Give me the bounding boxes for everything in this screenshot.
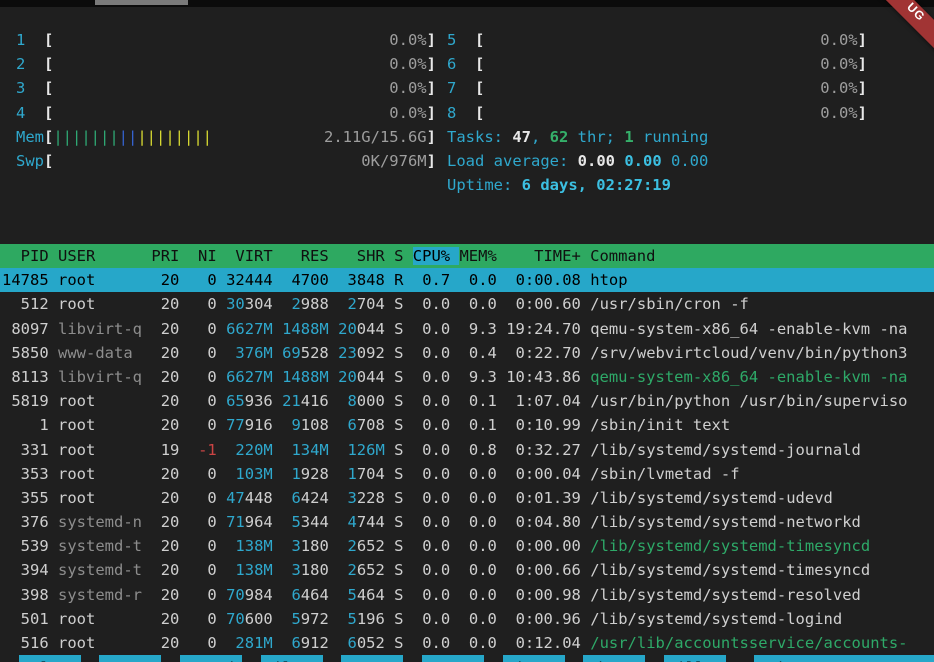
fkey-f6[interactable]: F6 [403,655,422,662]
process-row-539[interactable]: 539 systemd-t 20 0 138M 3180 2652 S 0.0 … [2,534,934,558]
fkey-f1[interactable]: F1 [0,655,19,662]
fkey-f1-label[interactable]: Help [19,655,81,662]
fkey-f7-label[interactable]: Nice - [503,655,565,662]
fkey-f8-label[interactable]: Nice + [583,655,645,662]
process-row-355[interactable]: 355 root 20 0 47448 6424 3228 S 0.0 0.0 … [2,486,934,510]
top-strip [0,0,934,7]
fkey-f5[interactable]: F5 [323,655,342,662]
fkey-f7[interactable]: F7 [484,655,503,662]
uptime: Uptime: 6 days, 02:27:19 [447,173,867,197]
meters-left: 1 [ 0.0%]2 [ 0.0%]3 [ 0.0%]4 [ 0.0%]Mem[… [16,28,436,218]
fkey-f9-label[interactable]: Kill [664,655,726,662]
fkey-f9[interactable]: F9 [645,655,664,662]
htop-terminal: UG 1 [ 0.0%]2 [ 0.0%]3 [ 0.0%]4 [ 0.0%]M… [0,0,934,662]
fkey-f4[interactable]: F4 [242,655,261,662]
fkey-f3-label[interactable]: Search [180,655,242,662]
sort-column-header[interactable]: CPU% [413,247,460,265]
cpu-meter-4: 4 [ 0.0%] [16,101,436,125]
cpu-meter-1: 1 [ 0.0%] [16,28,436,52]
process-row-5850[interactable]: 5850 www-data 20 0 376M 69528 23092 S 0.… [2,341,934,365]
table-header-row[interactable]: PID USER PRI NI VIRT RES SHR S CPU% MEM%… [0,244,934,268]
process-row-394[interactable]: 394 systemd-t 20 0 138M 3180 2652 S 0.0 … [2,558,934,582]
process-row-8113[interactable]: 8113 libvirt-q 20 0 6627M 1488M 20044 S … [2,365,934,389]
load-average: Load average: 0.00 0.00 0.00 [447,149,867,173]
fkey-f4-label[interactable]: Filter [261,655,323,662]
fkey-f3[interactable]: F3 [161,655,180,662]
process-row-501[interactable]: 501 root 20 0 70600 5972 5196 S 0.0 0.0 … [2,607,934,631]
function-key-bar: F1Help F2Setup F3SearchF4FilterF5Tree F6… [0,655,934,662]
fkey-f10-label[interactable]: Quit [754,655,934,662]
table-body: 14785 root 20 0 32444 4700 3848 R 0.7 0.… [2,268,934,655]
process-row-512[interactable]: 512 root 20 0 30304 2988 2704 S 0.0 0.0 … [2,292,934,316]
swap-meter: Swp[ 0K/976M] [16,149,436,173]
process-row-14785[interactable]: 14785 root 20 0 32444 4700 3848 R 0.7 0.… [0,268,934,292]
process-row-376[interactable]: 376 systemd-n 20 0 71964 5344 4744 S 0.0… [2,510,934,534]
fkey-f5-label[interactable]: Tree [341,655,403,662]
process-row-5819[interactable]: 5819 root 20 0 65936 21416 8000 S 0.0 0.… [2,389,934,413]
process-table: PID USER PRI NI VIRT RES SHR S CPU% MEM%… [0,244,934,655]
cpu-meter-5: 5 [ 0.0%] [447,28,867,52]
meters-panel: 1 [ 0.0%]2 [ 0.0%]3 [ 0.0%]4 [ 0.0%]Mem[… [0,7,934,218]
cpu-meter-8: 8 [ 0.0%] [447,101,867,125]
process-row-331[interactable]: 331 root 19 -1 220M 134M 126M S 0.0 0.8 … [2,438,934,462]
fkey-f6-label[interactable]: SortBy [422,655,484,662]
cpu-meter-2: 2 [ 0.0%] [16,52,436,76]
cpu-meter-3: 3 [ 0.0%] [16,76,436,100]
top-handle[interactable] [95,0,188,5]
process-row-398[interactable]: 398 systemd-r 20 0 70984 6464 5464 S 0.0… [2,583,934,607]
process-row-516[interactable]: 516 root 20 0 281M 6912 6052 S 0.0 0.0 0… [2,631,934,655]
cpu-meter-6: 6 [ 0.0%] [447,52,867,76]
process-row-1[interactable]: 1 root 20 0 77916 9108 6708 S 0.0 0.1 0:… [2,413,934,437]
mem-meter: Mem[||||||||||||||||| 2.11G/15.6G] [16,125,436,149]
process-row-353[interactable]: 353 root 20 0 103M 1928 1704 S 0.0 0.0 0… [2,462,934,486]
meters-right: 5 [ 0.0%]6 [ 0.0%]7 [ 0.0%]8 [ 0.0%]Task… [447,28,867,218]
cpu-meter-7: 7 [ 0.0%] [447,76,867,100]
tasks-summary: Tasks: 47, 62 thr; 1 running [447,125,867,149]
fkey-f2-label[interactable]: Setup [99,655,161,662]
process-row-8097[interactable]: 8097 libvirt-q 20 0 6627M 1488M 20044 S … [2,317,934,341]
fkey-f2[interactable]: F2 [81,655,100,662]
fkey-f10[interactable]: F10 [726,655,754,662]
fkey-f8[interactable]: F8 [565,655,584,662]
